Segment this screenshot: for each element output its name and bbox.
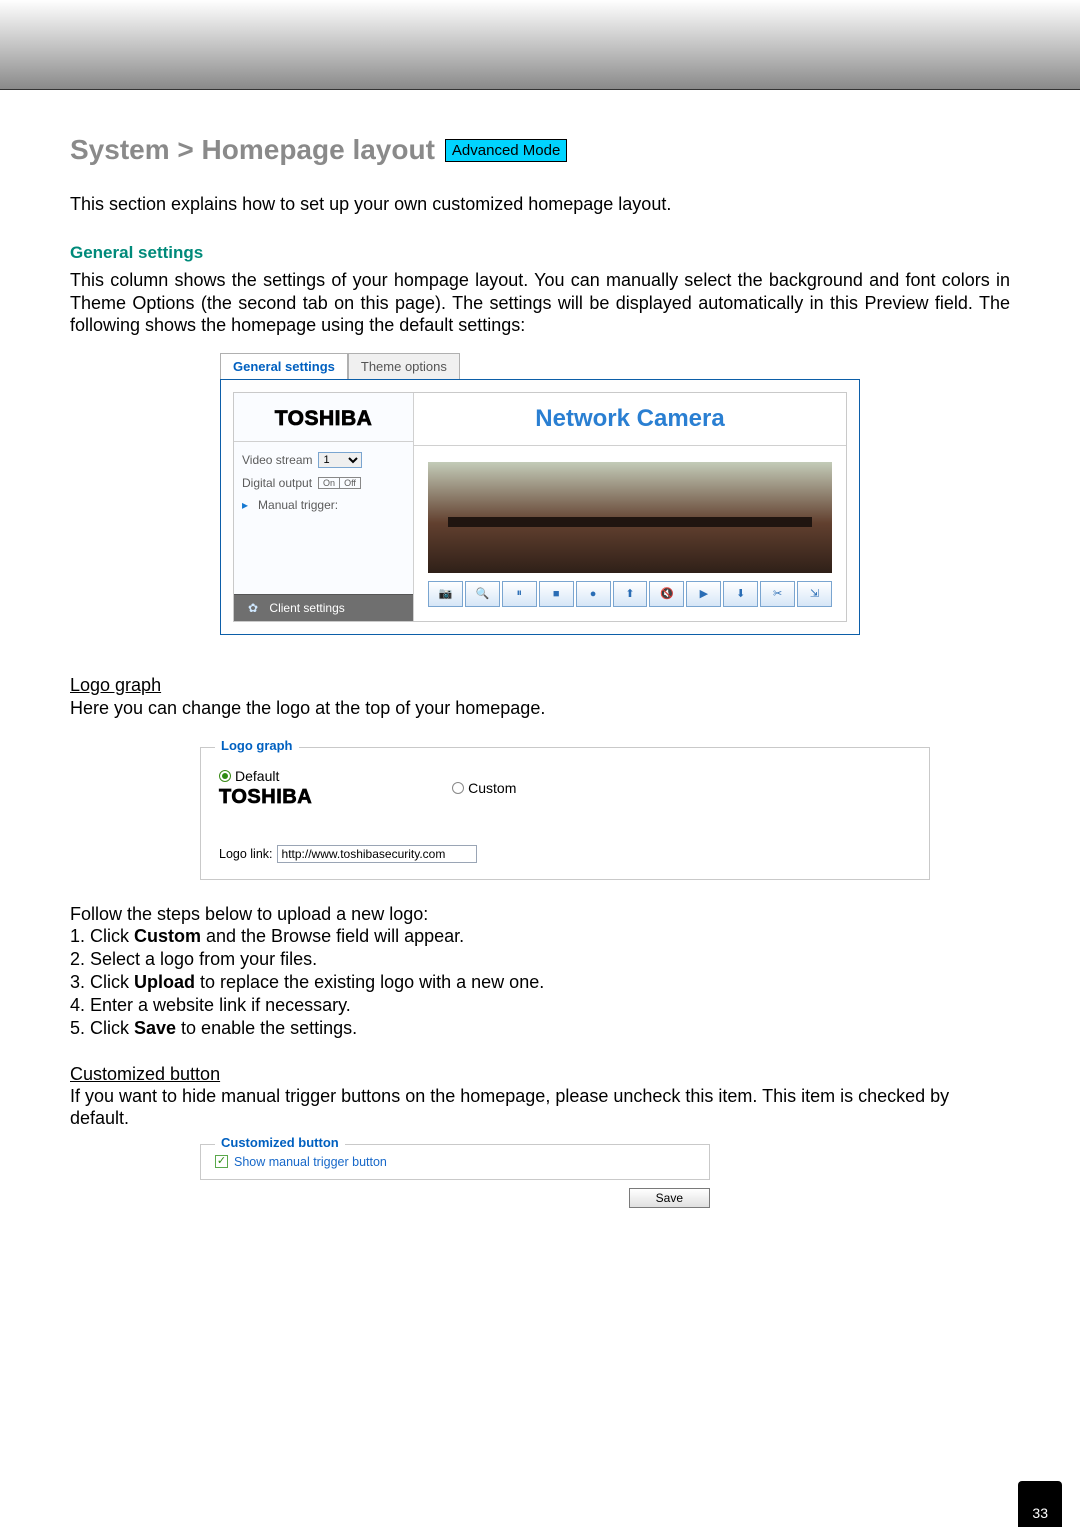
preview-video-area bbox=[428, 462, 832, 573]
logo-option-default[interactable]: Default bbox=[219, 768, 312, 784]
video-stream-label: Video stream bbox=[242, 453, 312, 467]
digital-output-row: Digital output On Off bbox=[242, 476, 405, 490]
preview-camera-title: Network Camera bbox=[414, 393, 846, 446]
intro-text: This section explains how to set up your… bbox=[70, 194, 1010, 215]
logo-graph-legend: Logo graph bbox=[215, 738, 299, 753]
customized-button-heading: Customized button bbox=[70, 1064, 1010, 1085]
toolbar-mute-icon[interactable]: 🔇 bbox=[649, 581, 684, 607]
client-settings-link[interactable]: Client settings bbox=[234, 594, 413, 621]
top-gradient-bar bbox=[0, 0, 1080, 90]
toolbar-volumedown-icon[interactable]: ⬇ bbox=[723, 581, 758, 607]
preview-tabs: General settings Theme options bbox=[220, 353, 860, 379]
page-title-row: System > Homepage layout Advanced Mode bbox=[70, 134, 1010, 166]
default-logo-sample: TOSHIBA bbox=[219, 786, 312, 809]
general-settings-body: This column shows the settings of your h… bbox=[70, 269, 1010, 337]
tab-general-settings[interactable]: General settings bbox=[220, 353, 348, 379]
logo-option-custom[interactable]: Custom bbox=[452, 780, 516, 796]
toolbar-cut-icon[interactable]: ✂ bbox=[760, 581, 795, 607]
toolbar-record-icon[interactable]: ● bbox=[576, 581, 611, 607]
preview-sidebar: TOSHIBA Video stream 1 Digital output On bbox=[234, 393, 414, 621]
manual-trigger-row[interactable]: Manual trigger: bbox=[242, 498, 405, 512]
radio-selected-icon bbox=[219, 770, 231, 782]
logo-graph-heading: Logo graph bbox=[70, 675, 1010, 696]
toolbar-snapshot-icon[interactable]: 📷 bbox=[428, 581, 463, 607]
customized-button-fieldset: Customized button ✓ Show manual trigger … bbox=[200, 1144, 710, 1180]
customized-button-legend: Customized button bbox=[215, 1135, 345, 1150]
toolbar-pause-icon[interactable]: ⏸ bbox=[502, 581, 537, 607]
logo-graph-fieldset: Logo graph Default TOSHIBA Custom Logo l… bbox=[200, 747, 930, 880]
video-stream-row: Video stream 1 bbox=[242, 452, 405, 468]
toolbar-play-icon[interactable]: ▶ bbox=[686, 581, 721, 607]
step-4: Enter a website link if necessary. bbox=[90, 994, 1010, 1017]
preview-panel: TOSHIBA Video stream 1 Digital output On bbox=[220, 379, 860, 635]
preview-logo: TOSHIBA bbox=[234, 393, 413, 442]
preview-toolbar: 📷 🔍 ⏸ ■ ● ⬆ 🔇 ▶ ⬇ ✂ ⇲ bbox=[428, 581, 832, 607]
show-manual-trigger-checkbox[interactable]: ✓ bbox=[215, 1155, 228, 1168]
video-stream-select[interactable]: 1 bbox=[318, 452, 362, 468]
logo-link-label: Logo link: bbox=[219, 847, 273, 861]
page-title: System > Homepage layout bbox=[70, 134, 435, 166]
upload-steps-list: Click Custom and the Browse field will a… bbox=[90, 925, 1010, 1040]
page-body: System > Homepage layout Advanced Mode T… bbox=[0, 90, 1080, 1268]
show-manual-trigger-label: Show manual trigger button bbox=[234, 1155, 387, 1169]
save-button[interactable]: Save bbox=[629, 1188, 710, 1208]
logo-link-input[interactable]: http://www.toshibasecurity.com bbox=[277, 845, 477, 863]
step-5: Click Save to enable the settings. bbox=[90, 1017, 1010, 1040]
digital-output-label: Digital output bbox=[242, 476, 312, 490]
toolbar-volumeup-icon[interactable]: ⬆ bbox=[613, 581, 648, 607]
customized-button-body: If you want to hide manual trigger butto… bbox=[70, 1085, 1010, 1130]
toolbar-fullscreen-icon[interactable]: ⇲ bbox=[797, 581, 832, 607]
logo-graph-desc: Here you can change the logo at the top … bbox=[70, 698, 1010, 719]
tab-theme-options[interactable]: Theme options bbox=[348, 353, 460, 379]
page-number-tab: 33 bbox=[1018, 1481, 1062, 1527]
step-3: Click Upload to replace the existing log… bbox=[90, 971, 1010, 994]
advanced-mode-badge: Advanced Mode bbox=[445, 139, 567, 162]
upload-steps-lead: Follow the steps below to upload a new l… bbox=[70, 904, 1010, 925]
step-2: Select a logo from your files. bbox=[90, 948, 1010, 971]
toolbar-zoom-icon[interactable]: 🔍 bbox=[465, 581, 500, 607]
preview-wrapper: General settings Theme options TOSHIBA V… bbox=[220, 353, 860, 635]
toolbar-stop-icon[interactable]: ■ bbox=[539, 581, 574, 607]
general-settings-heading: General settings bbox=[70, 243, 1010, 263]
digital-output-toggle[interactable]: On Off bbox=[318, 477, 361, 489]
step-1: Click Custom and the Browse field will a… bbox=[90, 925, 1010, 948]
radio-unselected-icon bbox=[452, 782, 464, 794]
